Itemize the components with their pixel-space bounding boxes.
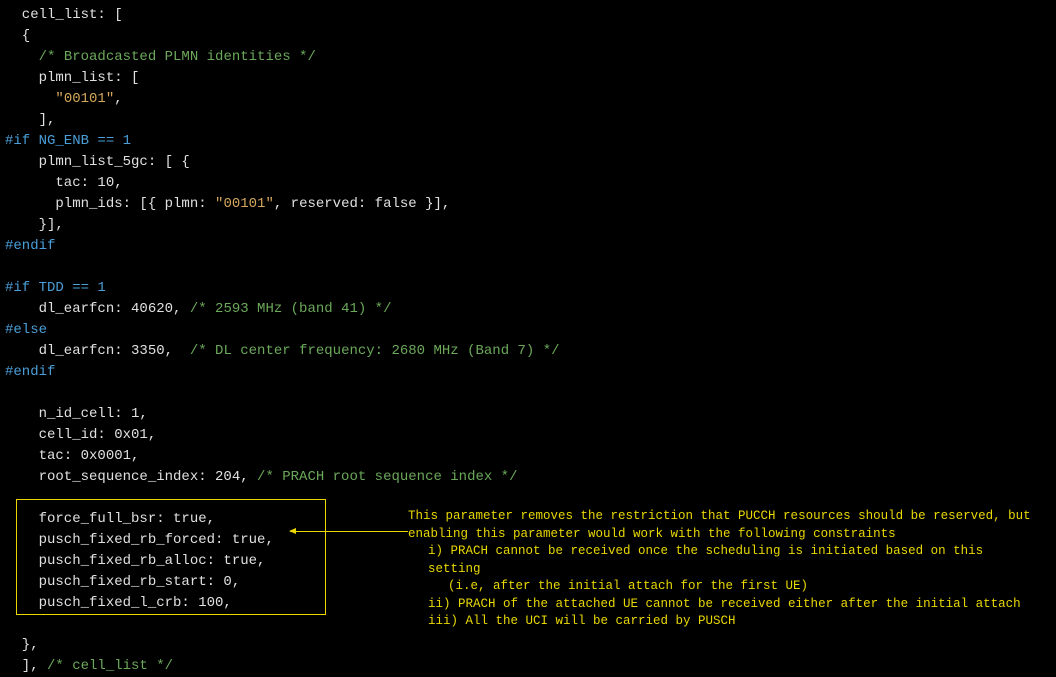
code-indent [5, 91, 55, 107]
code-line: plmn_list: [ [5, 70, 139, 86]
code-line: pusch_fixed_rb_alloc: true, [5, 553, 265, 569]
code-line: pusch_fixed_rb_start: 0, [5, 574, 240, 590]
code-line: plmn_list_5gc: [ { [5, 154, 190, 170]
annotation-text: This parameter removes the restriction t… [408, 508, 1038, 631]
code-string: "00101" [55, 91, 114, 107]
code-line: tac: 10, [5, 175, 123, 191]
code-text: root_sequence_index: 204, [5, 469, 257, 485]
code-comment: /* PRACH root sequence index */ [257, 469, 517, 485]
preprocessor-directive: #endif [5, 364, 55, 380]
code-text: , reserved: false }], [274, 196, 450, 212]
code-line: force_full_bsr: true, [5, 511, 215, 527]
code-line: pusch_fixed_rb_forced: true, [5, 532, 274, 548]
code-text: dl_earfcn: 40620, [5, 301, 190, 317]
code-line: { [5, 28, 30, 44]
code-string: "00101" [215, 196, 274, 212]
code-line: cell_id: 0x01, [5, 427, 156, 443]
code-indent [5, 49, 39, 65]
code-line: n_id_cell: 1, [5, 406, 148, 422]
code-comment: /* 2593 MHz (band 41) */ [190, 301, 392, 317]
code-comment: /* cell_list */ [47, 658, 173, 674]
code-line: cell_list: [ [5, 7, 123, 23]
annotation-line: enabling this parameter would work with … [408, 526, 1038, 544]
code-line: pusch_fixed_l_crb: 100, [5, 595, 232, 611]
annotation-line: iii) All the UCI will be carried by PUSC… [408, 613, 1038, 631]
annotation-line: ii) PRACH of the attached UE cannot be r… [408, 596, 1038, 614]
preprocessor-directive: #if NG_ENB == 1 [5, 133, 131, 149]
code-line: tac: 0x0001, [5, 448, 139, 464]
preprocessor-directive: #else [5, 322, 47, 338]
annotation-line: i) PRACH cannot be received once the sch… [408, 543, 1038, 578]
code-line: }], [5, 217, 64, 233]
annotation-arrow [290, 531, 408, 532]
code-text: plmn_ids: [{ plmn: [5, 196, 215, 212]
code-line: ], [5, 112, 55, 128]
annotation-line: (i.e, after the initial attach for the f… [408, 578, 1038, 596]
annotation-line: This parameter removes the restriction t… [408, 508, 1038, 526]
code-text: , [114, 91, 122, 107]
code-comment: /* DL center frequency: 2680 MHz (Band 7… [190, 343, 560, 359]
code-text: ], [5, 658, 47, 674]
code-text: dl_earfcn: 3350, [5, 343, 190, 359]
preprocessor-directive: #endif [5, 238, 55, 254]
preprocessor-directive: #if TDD == 1 [5, 280, 106, 296]
code-comment: /* Broadcasted PLMN identities */ [39, 49, 316, 65]
code-line: }, [5, 637, 39, 653]
